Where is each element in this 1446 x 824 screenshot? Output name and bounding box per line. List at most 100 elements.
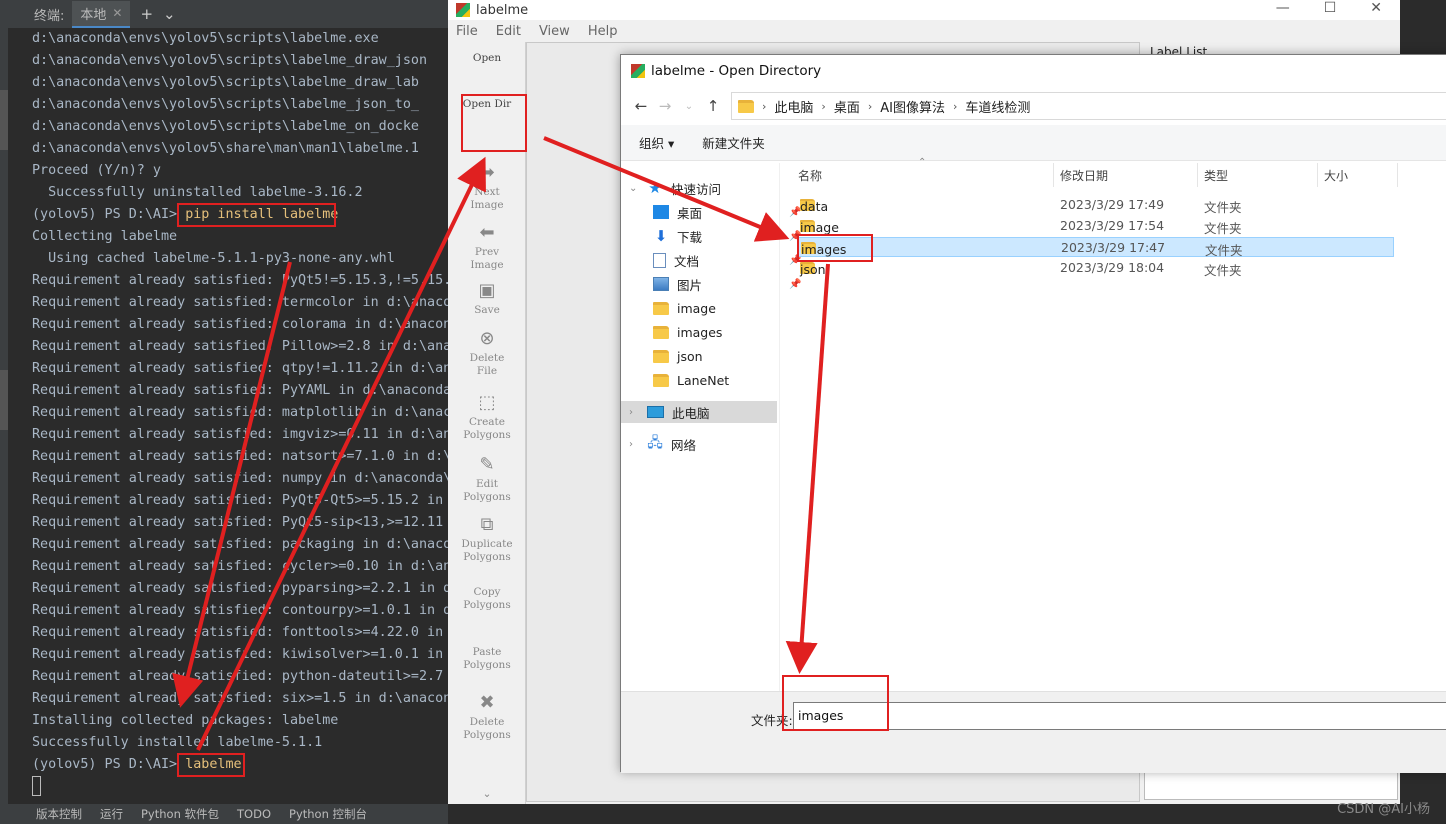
nav-network[interactable]: › 🖧 网络	[629, 433, 696, 455]
duplicate-polygons-button[interactable]: ⧉ Duplicate Polygons	[448, 514, 526, 564]
chevron-right-icon[interactable]: ›	[868, 100, 872, 113]
menu-edit[interactable]: Edit	[496, 24, 521, 39]
terminal-line: d:\anaconda\envs\yolov5\scripts\labelme.…	[32, 28, 448, 50]
list-item-selected[interactable]: images 2023/3/29 17:47 文件夹	[798, 237, 1394, 258]
terminal-cursor[interactable]	[32, 776, 41, 796]
breadcrumb-lane-detection[interactable]: 车道线检测	[965, 97, 1030, 116]
list-item[interactable]: data 2023/3/29 17:49 文件夹	[798, 195, 1394, 215]
forward-arrow-icon[interactable]: →	[653, 97, 677, 115]
pip-install-command: pip install labelme	[185, 207, 339, 222]
column-header-size[interactable]: 大小	[1318, 163, 1398, 187]
delete-file-button[interactable]: ⊗ Delete File	[448, 328, 526, 378]
edit-polygons-button[interactable]: ✎ Edit Polygons	[448, 454, 526, 504]
breadcrumb-ai-algo[interactable]: AI图像算法	[880, 97, 945, 116]
create-polygons-button[interactable]: ⬚ Create Polygons	[448, 392, 526, 442]
next-image-button[interactable]: ➡ Next Image	[448, 162, 526, 212]
chevron-right-icon[interactable]: ›	[953, 100, 957, 113]
terminal-line-text: Requirement already satisfied: colorama …	[32, 317, 448, 332]
nav-item-json[interactable]: json	[653, 345, 703, 367]
minimize-icon[interactable]: —	[1276, 0, 1290, 16]
watermark: CSDN @AI小杨	[1337, 802, 1430, 817]
menu-help[interactable]: Help	[588, 24, 618, 39]
breadcrumb[interactable]: › 此电脑 › 桌面 › AI图像算法 › 车道线检测	[731, 92, 1446, 120]
nav-item-downloads[interactable]: ⬇ 下载 📌	[653, 225, 802, 247]
terminal-line-text: Requirement already satisfied: PyYAML in…	[32, 383, 448, 398]
folder-icon	[738, 99, 754, 113]
plus-icon[interactable]: +	[140, 5, 153, 23]
nav-quick-access[interactable]: ⌄ ★ 快速访问	[629, 177, 721, 199]
chevron-right-icon[interactable]: ›	[762, 100, 766, 113]
ide-bottom-toolbar: 版本控制 运行 Python 软件包 TODO Python 控制台	[0, 804, 448, 824]
copy-polygons-button[interactable]: Copy Polygons	[448, 586, 526, 612]
computer-icon	[647, 406, 664, 418]
organize-button[interactable]: 组织 ▾	[639, 133, 674, 152]
column-header-type[interactable]: 类型	[1198, 163, 1318, 187]
nav-item-lanenet[interactable]: LaneNet	[653, 369, 729, 391]
terminal-line: Proceed (Y/n)? y	[32, 160, 448, 182]
list-item[interactable]: json 2023/3/29 18:04 文件夹	[798, 258, 1394, 278]
maximize-icon[interactable]: ☐	[1324, 0, 1337, 16]
bottom-tab-run[interactable]: 运行	[100, 806, 123, 822]
menu-view[interactable]: View	[539, 24, 570, 39]
back-arrow-icon[interactable]: ←	[629, 97, 653, 115]
bottom-tab-todo[interactable]: TODO	[237, 807, 271, 821]
bottom-tab-python-console[interactable]: Python 控制台	[289, 806, 367, 822]
bottom-tab-python-packages[interactable]: Python 软件包	[141, 806, 219, 822]
terminal-line: Requirement already satisfied: PyQt5!=5.…	[32, 270, 448, 292]
terminal-line-text: Successfully uninstalled labelme-3.16.2	[32, 185, 363, 200]
terminal-output[interactable]: d:\anaconda\envs\yolov5\scripts\labelme.…	[8, 28, 448, 804]
terminal-line: Requirement already satisfied: colorama …	[32, 314, 448, 336]
new-folder-button[interactable]: 新建文件夹	[702, 133, 765, 152]
nav-item-desktop[interactable]: 桌面 📌	[653, 201, 801, 223]
nav-this-pc[interactable]: › 此电脑	[621, 401, 777, 423]
terminal-line-text: d:\anaconda\envs\yolov5\scripts\labelme_…	[32, 53, 428, 68]
delete-polygons-button[interactable]: ✖ Delete Polygons	[448, 692, 526, 742]
terminal-line: Collecting labelme	[32, 226, 448, 248]
terminal-line-text: Requirement already satisfied: fonttools…	[32, 625, 448, 640]
chevron-right-icon[interactable]: ›	[629, 439, 639, 450]
nav-item-image[interactable]: image	[653, 297, 716, 319]
chevron-down-icon[interactable]: ⌄	[629, 183, 639, 194]
folder-icon	[653, 349, 669, 363]
chevron-down-icon[interactable]: ⌄	[163, 5, 176, 23]
toolbar-more-icon[interactable]: ⌄	[448, 788, 526, 801]
terminal-line-text: d:\anaconda\envs\yolov5\scripts\labelme.…	[32, 31, 379, 46]
folder-input[interactable]: images	[793, 702, 1446, 730]
open-directory-dialog: labelme - Open Directory ← → ⌄ ↑ › 此电脑 ›…	[620, 54, 1446, 773]
file-list: 名称 修改日期 类型 大小 ⌃ data 2023/3/29 17:49 文件夹…	[779, 157, 1446, 691]
terminal-line-text: Proceed (Y/n)? y	[32, 163, 161, 178]
column-header-date[interactable]: 修改日期	[1054, 163, 1198, 187]
menu-file[interactable]: File	[456, 24, 478, 39]
save-button[interactable]: ▣ Save	[448, 280, 526, 317]
column-header-name[interactable]: 名称	[780, 163, 1054, 187]
nav-item-documents[interactable]: 文档 📌	[653, 249, 801, 271]
nav-item-images[interactable]: images	[653, 321, 722, 343]
terminal-line-text: Collecting labelme	[32, 229, 178, 244]
open-dir-button[interactable]: Open Dir	[448, 98, 526, 111]
close-icon[interactable]: ✕	[1370, 0, 1382, 16]
download-icon: ⬇	[654, 227, 668, 245]
terminal-tab-local[interactable]: 本地 ✕	[72, 0, 131, 28]
paste-polygons-button[interactable]: Paste Polygons	[448, 646, 526, 672]
terminal-line-text: Requirement already satisfied: qtpy!=1.1…	[32, 361, 448, 376]
list-item[interactable]: image 2023/3/29 17:54 文件夹	[798, 216, 1394, 236]
recent-chevron-icon[interactable]: ⌄	[677, 101, 701, 112]
bottom-tab-vcs[interactable]: 版本控制	[36, 806, 82, 822]
prev-image-button[interactable]: ⬅ Prev Image	[448, 222, 526, 272]
breadcrumb-this-pc[interactable]: 此电脑	[774, 97, 813, 116]
nav-item-pictures[interactable]: 图片 📌	[653, 273, 801, 295]
breadcrumb-desktop[interactable]: 桌面	[834, 97, 860, 116]
chevron-right-icon[interactable]: ›	[821, 100, 825, 113]
terminal-line-text: d:\anaconda\envs\yolov5\scripts\labelme_…	[32, 97, 419, 112]
close-icon[interactable]: ✕	[112, 6, 122, 20]
duplicate-icon: ⧉	[480, 514, 494, 535]
terminal-label: 终端:	[34, 8, 65, 24]
chevron-right-icon[interactable]: ›	[629, 407, 639, 418]
terminal-line-text: Requirement already satisfied: PyQt5-Qt5…	[32, 493, 448, 508]
up-arrow-icon[interactable]: ↑	[701, 97, 725, 115]
open-button[interactable]: Open	[448, 52, 526, 65]
desktop-icon	[653, 205, 669, 219]
terminal-line-text: Using cached labelme-5.1.1-py3-none-any.…	[32, 251, 395, 266]
command-bar: 组织 ▾ 新建文件夹	[621, 125, 1446, 161]
terminal-line: d:\anaconda\envs\yolov5\share\man\man1\l…	[32, 138, 448, 160]
